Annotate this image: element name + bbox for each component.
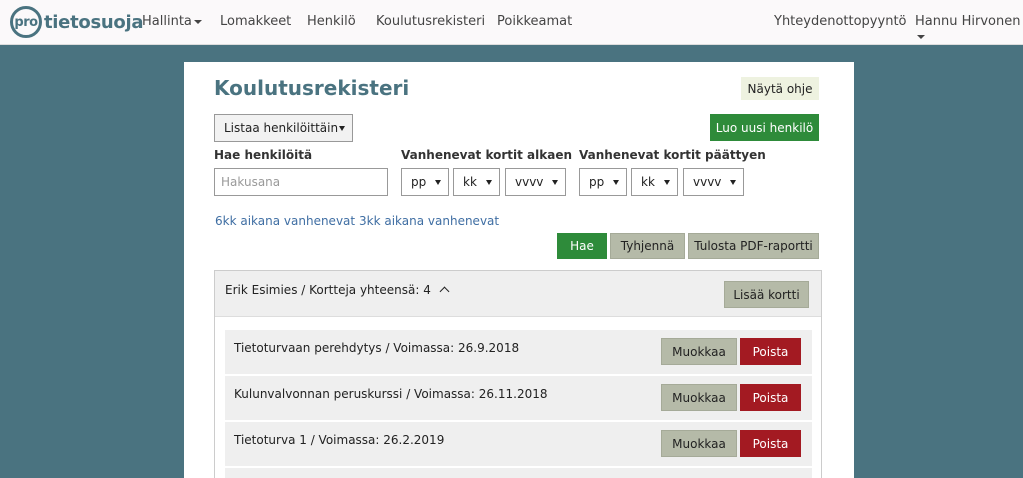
top-navbar: pro tietosuoja Hallinta Lomakkeet Henkil… bbox=[0, 0, 1023, 45]
nav-item-henkilo[interactable]: Henkilö bbox=[307, 14, 356, 29]
to-month-value: kk bbox=[641, 175, 655, 189]
nav-item-contact-request[interactable]: Yhteydenottopyyntö bbox=[774, 14, 907, 29]
delete-card-button[interactable]: Poista bbox=[740, 338, 801, 365]
chevron-up-icon[interactable] bbox=[439, 286, 450, 297]
edit-card-button[interactable]: Muokkaa bbox=[661, 338, 737, 365]
logo-pro-badge: pro bbox=[10, 6, 42, 38]
clear-button[interactable]: Tyhjennä bbox=[610, 233, 685, 259]
expiring-to-label: Vanhenevat kortit päättyen bbox=[579, 148, 766, 162]
card-row: Tietoturva 1 / Voimassa: 26.2.2019 Muokk… bbox=[225, 422, 812, 466]
edit-card-button[interactable]: Muokkaa bbox=[661, 384, 737, 411]
list-mode-value: Listaa henkilöittäin bbox=[224, 121, 339, 135]
create-person-button[interactable]: Luo uusi henkilö bbox=[710, 114, 819, 141]
caret-down-icon bbox=[917, 34, 925, 39]
person-panel: Erik Esimies / Kortteja yhteensä: 4 Lisä… bbox=[214, 270, 822, 478]
delete-card-button[interactable]: Poista bbox=[740, 430, 801, 457]
person-panel-header[interactable]: Erik Esimies / Kortteja yhteensä: 4 Lisä… bbox=[215, 271, 821, 317]
search-label: Hae henkilöitä bbox=[214, 148, 313, 162]
from-month-value: kk bbox=[463, 175, 477, 189]
to-day-value: pp bbox=[589, 175, 605, 189]
from-day-select[interactable]: pp bbox=[401, 168, 449, 196]
dropdown-arrow-icon bbox=[552, 180, 558, 185]
add-card-button[interactable]: Lisää kortti bbox=[724, 281, 809, 308]
print-pdf-button[interactable]: Tulosta PDF-raportti bbox=[688, 233, 819, 259]
nav-item-lomakkeet[interactable]: Lomakkeet bbox=[220, 14, 291, 29]
dropdown-arrow-icon bbox=[730, 180, 736, 185]
expiring-3kk-link[interactable]: 3kk aikana vanhenevat bbox=[359, 214, 499, 228]
card-row-text: Kulunvalvonnan peruskurssi / Voimassa: 2… bbox=[234, 387, 548, 401]
card-row: Tietoturvaan perehdytys / Voimassa: 26.9… bbox=[225, 330, 812, 374]
card-row-text: Tietoturva 1 / Voimassa: 26.2.2019 bbox=[234, 433, 445, 447]
dropdown-arrow-icon bbox=[486, 180, 492, 185]
from-year-value: vvvv bbox=[515, 175, 544, 189]
edit-card-button[interactable]: Muokkaa bbox=[661, 430, 737, 457]
dropdown-arrow-icon bbox=[613, 180, 619, 185]
card-row-partial bbox=[225, 468, 812, 478]
nav-item-koulutusrekisteri[interactable]: Koulutusrekisteri bbox=[376, 14, 485, 29]
search-button[interactable]: Hae bbox=[557, 233, 607, 259]
logo[interactable]: pro tietosuoja bbox=[10, 6, 143, 38]
caret-down-icon bbox=[193, 19, 202, 24]
dropdown-arrow-icon bbox=[435, 180, 441, 185]
list-mode-select[interactable]: Listaa henkilöittäin bbox=[214, 114, 353, 142]
person-title-text: Erik Esimies / Kortteja yhteensä: 4 bbox=[225, 283, 431, 297]
from-day-value: pp bbox=[411, 175, 427, 189]
delete-card-button[interactable]: Poista bbox=[740, 384, 801, 411]
logo-text: tietosuoja bbox=[44, 11, 144, 33]
user-menu[interactable]: Hannu Hirvonen bbox=[915, 14, 1023, 44]
to-month-select[interactable]: kk bbox=[631, 168, 678, 196]
expiring-from-label: Vanhenevat kortit alkaen bbox=[401, 148, 573, 162]
page-title: Koulutusrekisteri bbox=[214, 76, 410, 100]
dropdown-arrow-icon bbox=[664, 180, 670, 185]
main-card: Koulutusrekisteri Näytä ohje Listaa henk… bbox=[184, 62, 854, 478]
card-row: Kulunvalvonnan peruskurssi / Voimassa: 2… bbox=[225, 376, 812, 420]
nav-item-label: Hallinta bbox=[142, 14, 192, 29]
to-day-select[interactable]: pp bbox=[579, 168, 627, 196]
person-panel-title: Erik Esimies / Kortteja yhteensä: 4 bbox=[225, 283, 450, 297]
from-year-select[interactable]: vvvv bbox=[505, 168, 566, 196]
user-name: Hannu Hirvonen bbox=[915, 14, 1021, 29]
expiring-6kk-link[interactable]: 6kk aikana vanhenevat bbox=[215, 214, 355, 228]
nav-item-poikkeamat[interactable]: Poikkeamat bbox=[497, 14, 572, 29]
nav-item-hallinta[interactable]: Hallinta bbox=[142, 14, 202, 29]
show-help-button[interactable]: Näytä ohje bbox=[741, 77, 819, 100]
from-month-select[interactable]: kk bbox=[453, 168, 500, 196]
search-input[interactable]: Hakusana bbox=[214, 168, 388, 196]
to-year-select[interactable]: vvvv bbox=[683, 168, 744, 196]
dropdown-arrow-icon bbox=[339, 126, 345, 131]
to-year-value: vvvv bbox=[693, 175, 722, 189]
card-row-text: Tietoturvaan perehdytys / Voimassa: 26.9… bbox=[234, 341, 520, 355]
